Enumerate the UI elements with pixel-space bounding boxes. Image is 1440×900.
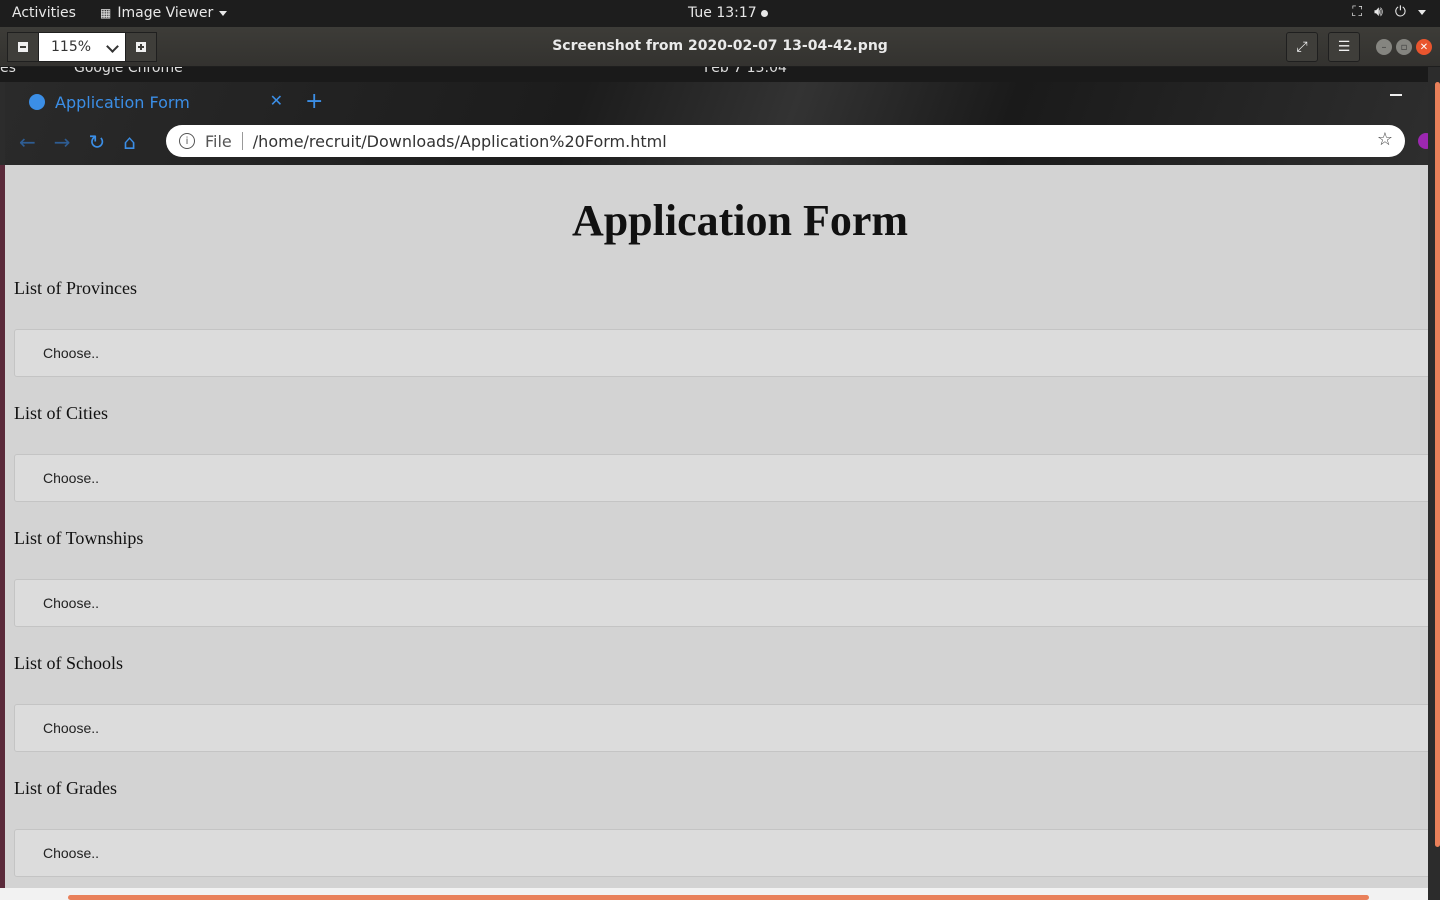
chevron-down-icon xyxy=(219,10,228,16)
activities-button[interactable]: Activities xyxy=(12,5,76,21)
captured-app-menu: Google Chrome xyxy=(74,67,183,76)
horizontal-scrollbar-thumb[interactable] xyxy=(68,895,1369,900)
fullscreen-button[interactable]: ⤢ xyxy=(1286,32,1318,62)
grades-label: List of Grades xyxy=(14,778,117,798)
schools-select-value: Choose.. xyxy=(43,720,100,736)
clock[interactable]: Tue 13:17 xyxy=(688,5,768,21)
cities-label: List of Cities xyxy=(14,403,108,423)
maximize-icon: ▫ xyxy=(1400,41,1408,53)
volume-icon: 🔊︎ xyxy=(1374,4,1383,20)
reload-icon[interactable]: ↻ xyxy=(89,130,106,154)
header-actions: ⤢ ☰ – ▫ ✕ xyxy=(1286,32,1432,62)
close-window-button[interactable]: ✕ xyxy=(1416,39,1432,55)
minimize-icon: – xyxy=(1381,41,1387,53)
home-icon[interactable]: ⌂ xyxy=(123,130,136,154)
tab-application-form[interactable]: Application Form ✕ xyxy=(19,91,289,113)
info-icon[interactable]: i xyxy=(179,133,195,149)
star-icon[interactable]: ☆ xyxy=(1377,129,1393,150)
schools-label: List of Schools xyxy=(14,653,124,673)
townships-select[interactable]: Choose.. xyxy=(14,579,1434,627)
image-viewer-header: 115% Screenshot from 2020-02-07 13-04-42… xyxy=(0,27,1440,67)
window-controls: – ▫ ✕ xyxy=(1376,39,1432,55)
new-tab-button[interactable]: + xyxy=(305,89,323,114)
captured-activities-fragment: es xyxy=(0,67,16,76)
image-viewer-icon: ▦ xyxy=(100,6,112,20)
grades-select[interactable]: Choose.. xyxy=(14,829,1434,877)
captured-top-bar: es Google Chrome Feb 7 13:04 xyxy=(0,67,1428,82)
menu-button[interactable]: ☰ xyxy=(1328,32,1360,62)
divider xyxy=(241,132,243,150)
vertical-scrollbar-thumb[interactable] xyxy=(1435,82,1440,847)
close-icon: ✕ xyxy=(1419,41,1429,53)
menu-icon: ☰ xyxy=(1337,39,1351,55)
tab-title: Application Form xyxy=(55,92,190,112)
address-bar[interactable]: i File /home/recruit/Downloads/Applicati… xyxy=(166,125,1405,157)
schools-select[interactable]: Choose.. xyxy=(14,704,1434,752)
chevron-down-icon xyxy=(1418,9,1426,15)
window-title: Screenshot from 2020-02-07 13-04-42.png xyxy=(552,38,888,54)
provinces-select[interactable]: Choose.. xyxy=(14,329,1434,377)
vertical-scrollbar[interactable] xyxy=(1428,82,1440,900)
provinces-label: List of Provinces xyxy=(14,278,137,298)
image-canvas[interactable]: es Google Chrome Feb 7 13:04 Application… xyxy=(0,67,1440,900)
provinces-select-value: Choose.. xyxy=(43,345,100,361)
browser-chrome: Application Form ✕ + ← → ↻ ⌂ i File /hom… xyxy=(5,82,1434,165)
close-tab-icon[interactable]: ✕ xyxy=(270,91,283,110)
url-scheme-label: File xyxy=(205,131,232,151)
maximize-window-button[interactable]: ▫ xyxy=(1396,39,1412,55)
cities-select[interactable]: Choose.. xyxy=(14,454,1434,502)
minimize-window-button[interactable]: – xyxy=(1376,39,1392,55)
power-icon: ⏻ xyxy=(1394,4,1406,20)
page-title: Application Form xyxy=(571,196,909,245)
app-menu-label: Image Viewer xyxy=(117,5,214,21)
system-tray[interactable]: ⛶ 🔊︎ ⏻ xyxy=(1352,4,1426,20)
network-icon: ⛶ xyxy=(1352,4,1363,20)
navigation-buttons: ← → ↻ ⌂ xyxy=(19,130,136,154)
browser-minimize-button[interactable] xyxy=(1390,94,1402,96)
townships-select-value: Choose.. xyxy=(43,595,100,611)
forward-icon[interactable]: → xyxy=(54,130,71,154)
fullscreen-icon: ⤢ xyxy=(1296,39,1308,55)
system-top-bar: Activities ▦ Image Viewer Tue 13:17 ⛶ 🔊︎… xyxy=(0,0,1440,27)
cities-select-value: Choose.. xyxy=(43,470,100,486)
back-icon[interactable]: ← xyxy=(19,130,36,154)
app-menu[interactable]: ▦ Image Viewer xyxy=(100,5,228,21)
grades-select-value: Choose.. xyxy=(43,845,100,861)
url-text: /home/recruit/Downloads/Application%20Fo… xyxy=(252,131,667,151)
globe-icon xyxy=(29,94,45,110)
notification-dot-icon xyxy=(760,9,768,17)
townships-label: List of Townships xyxy=(14,528,144,548)
web-page: Application Form List of Provinces Choos… xyxy=(5,165,1434,888)
clock-label: Tue 13:17 xyxy=(688,5,757,21)
captured-clock: Feb 7 13:04 xyxy=(704,67,787,76)
